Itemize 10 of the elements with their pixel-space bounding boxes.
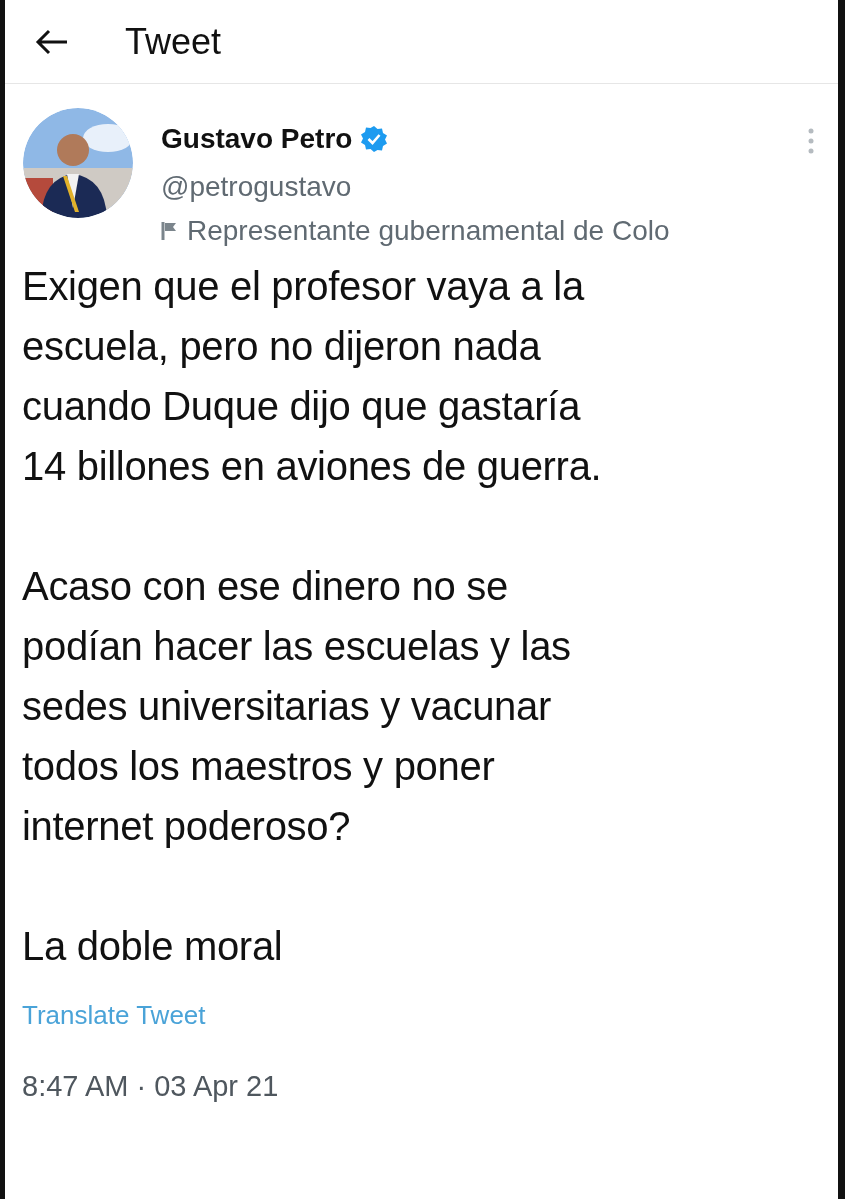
tweet-paragraph: Acaso con ese dinero no se podían hacer las escuelas y las sedes universitarias y vacunar todos los maestros y poner internet poderoso? bbox=[22, 563, 572, 850]
author-handle: @petrogustavo bbox=[161, 170, 353, 204]
account-label: Representante gubernamental de Colo bbox=[187, 214, 670, 248]
tweet-paragraph: La doble moral bbox=[22, 923, 284, 970]
page-title: Tweet bbox=[125, 19, 222, 64]
author-name[interactable]: Gustavo Petro bbox=[161, 118, 353, 160]
flag-icon bbox=[161, 221, 177, 241]
tweet-timestamp: 8:47 AM · 03 Apr 21 bbox=[22, 1069, 279, 1104]
back-arrow-icon[interactable] bbox=[35, 28, 69, 55]
tweet-paragraph: Exigen que el profesor vaya a la escuela, pero no dijeron nada cuando Duque dijo que gastaría 14 billones en aviones de guerra. bbox=[22, 263, 603, 490]
